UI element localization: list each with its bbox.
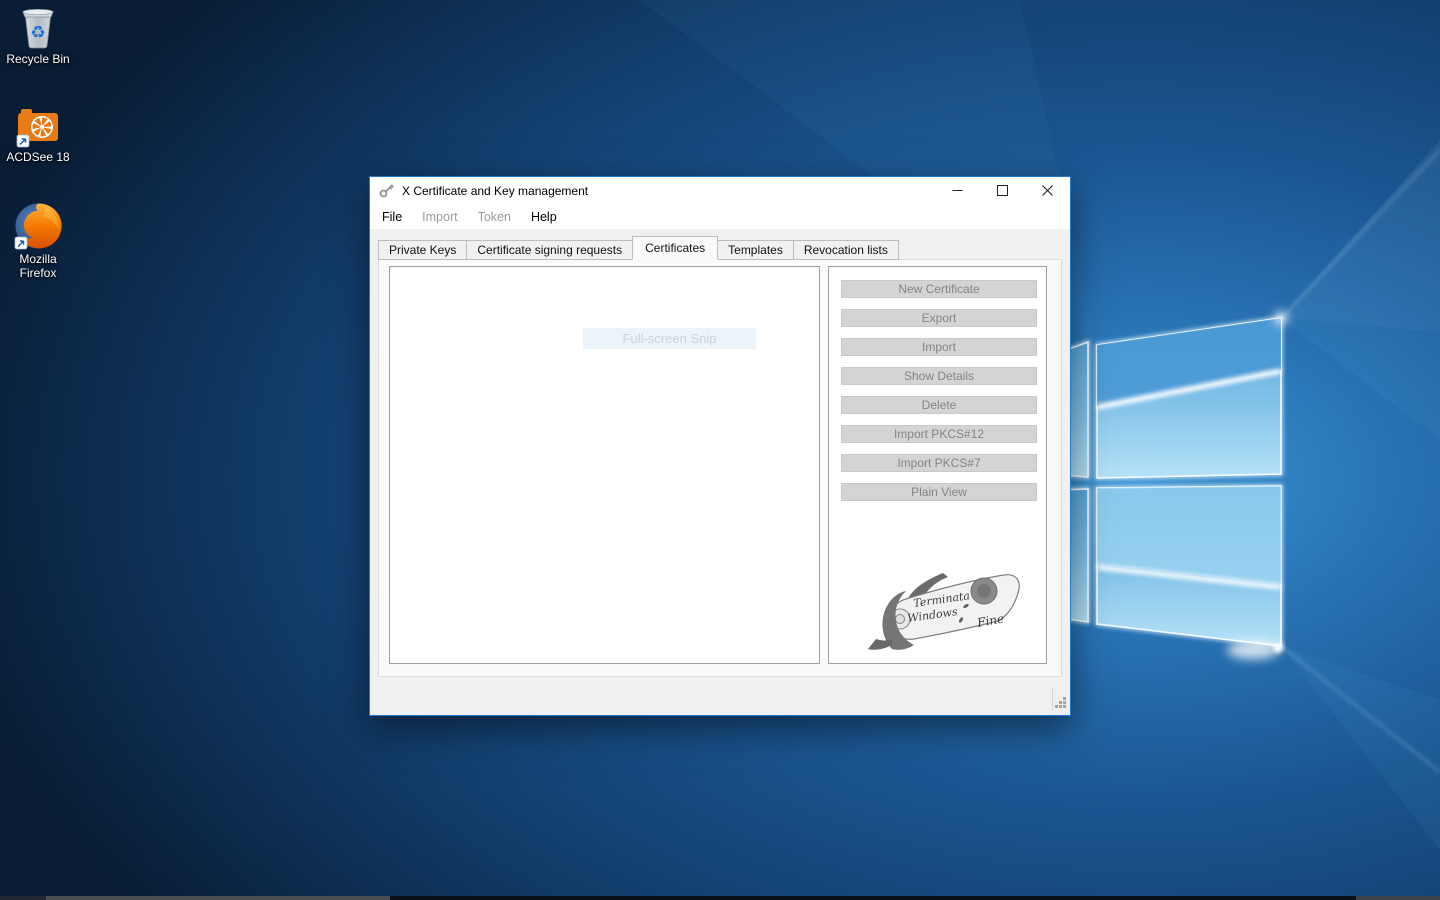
plain-view-button[interactable]: Plain View: [841, 483, 1037, 501]
new-certificate-button[interactable]: New Certificate: [841, 280, 1037, 298]
icon-label: Recycle Bin: [4, 52, 72, 66]
delete-button[interactable]: Delete: [841, 396, 1037, 414]
icon-label: ACDSee 18: [4, 150, 72, 164]
fullscreen-snip-overlay: Full-screen Snip: [583, 328, 756, 349]
show-details-button[interactable]: Show Details: [841, 367, 1037, 385]
certificate-list[interactable]: Full-screen Snip: [389, 266, 820, 664]
maximize-button[interactable]: [980, 177, 1025, 204]
acdsee-camera-icon: [16, 104, 60, 148]
tab-private-keys[interactable]: Private Keys: [378, 240, 467, 260]
window-title: X Certificate and Key management: [402, 184, 588, 198]
shortcut-arrow-icon: [17, 135, 29, 147]
icon-label: Mozilla Firefox: [4, 252, 72, 280]
import-pkcs-7-button[interactable]: Import PKCS#7: [841, 454, 1037, 472]
menu-help[interactable]: Help: [521, 207, 567, 227]
xca-window: X Certificate and Key management FileImp…: [369, 176, 1071, 716]
tab-certificates[interactable]: Certificates: [632, 236, 718, 260]
export-button[interactable]: Export: [841, 309, 1037, 327]
recycle-bin-icon: ♻: [16, 4, 60, 50]
import-pkcs-12-button[interactable]: Import PKCS#12: [841, 425, 1037, 443]
desktop-icon-acdsee[interactable]: ACDSee 18: [4, 104, 72, 164]
tab-revocation-lists[interactable]: Revocation lists: [793, 240, 899, 260]
desktop-icon-recycle-bin[interactable]: ♻ Recycle Bin: [4, 4, 72, 66]
title-bar[interactable]: X Certificate and Key management: [370, 177, 1070, 204]
firefox-icon: [14, 202, 62, 250]
certificates-tab-page: Full-screen Snip Terminata Windows Fine …: [378, 259, 1062, 677]
svg-text:♻: ♻: [30, 23, 45, 43]
menu-token[interactable]: Token: [468, 207, 521, 227]
minimize-button[interactable]: [935, 177, 980, 204]
close-button[interactable]: [1025, 177, 1070, 204]
statusbar-separator: [1052, 688, 1053, 710]
menu-import[interactable]: Import: [412, 207, 467, 227]
desktop-icon-firefox[interactable]: Mozilla Firefox: [4, 202, 72, 280]
menu-file[interactable]: File: [372, 207, 412, 227]
app-key-icon: [379, 183, 396, 198]
xca-scroll-banner: Terminata Windows Fine: [848, 561, 1028, 656]
action-panel: Terminata Windows Fine New Certificate Ex…: [828, 266, 1047, 664]
minimize-icon: [952, 185, 963, 196]
tab-templates[interactable]: Templates: [717, 240, 794, 260]
menu-bar: FileImportTokenHelp: [370, 204, 1070, 229]
import-button[interactable]: Import: [841, 338, 1037, 356]
tab-strip: Private KeysCertificate signing requests…: [378, 236, 899, 260]
close-icon: [1042, 185, 1053, 196]
maximize-icon: [997, 185, 1008, 196]
tab-certificate-signing-requests[interactable]: Certificate signing requests: [466, 240, 633, 260]
taskbar-edge[interactable]: [0, 896, 1440, 900]
shortcut-arrow-icon: [15, 237, 27, 249]
